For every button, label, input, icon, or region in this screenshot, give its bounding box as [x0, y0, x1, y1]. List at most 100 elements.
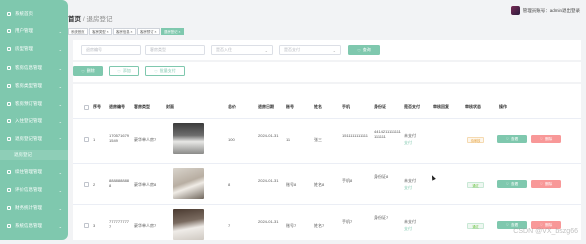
row-account: 账号7 [286, 223, 297, 228]
tab-0[interactable]: 系统首页 [68, 28, 88, 35]
view-icon: ♡ [505, 182, 510, 186]
room-cover-image[interactable] [173, 209, 204, 240]
search-bar: 退房编号 客房类型 是否入住 ⌄ 是否支付 ⌄ ♡ 查询 [73, 40, 581, 60]
add-button[interactable]: ♡ 添加 [109, 66, 139, 76]
chevron-icon: ⌄ [58, 28, 62, 34]
tab-4[interactable]: 退房登记 × [161, 28, 184, 35]
sidebar-item-12[interactable]: 系统信息管理 ⌄ [0, 221, 68, 231]
row-id-card: 身份证7 [374, 215, 389, 220]
sidebar-item-3[interactable]: 客房信息管理 ⌄ [0, 63, 68, 73]
row-phone: 手机8 [342, 178, 353, 183]
row-checkbox[interactable] [84, 137, 89, 142]
room-cover-image[interactable] [173, 168, 204, 199]
pay-link[interactable]: 支付 [404, 140, 412, 145]
tab-2[interactable]: 客房信息 × [113, 28, 136, 35]
sidebar-item-label: 续住管理管理 [15, 169, 42, 174]
avatar[interactable] [510, 6, 520, 15]
chevron-down-icon: ⌄ [264, 47, 268, 53]
menu-icon [7, 224, 11, 228]
row-name: 姓名8 [314, 182, 325, 187]
pay-link[interactable]: 支付 [404, 185, 412, 190]
sidebar-item-label: 客房预订管理 [15, 101, 42, 106]
row-type: 豪华单人房7 [134, 137, 157, 142]
chevron-icon: ⌄ [58, 65, 62, 71]
view-button[interactable]: ♡ 查看 [497, 135, 527, 143]
delete-row-button[interactable]: ♡ 删除 [531, 180, 561, 188]
select-all-checkbox[interactable] [84, 105, 89, 110]
row-name: 张三 [314, 137, 322, 142]
row-phone: 1511111111111 [342, 133, 368, 138]
row-id-card: 4414211111111111111 [374, 129, 401, 139]
sidebar-item-5[interactable]: 客房预订管理 ⌄ [0, 99, 68, 109]
menu-icon [7, 102, 11, 106]
sidebar-item-7[interactable]: 退房登记管理 ⌃ [0, 134, 68, 144]
data-table: 序号 退房编号 客房类型 封面 总价 退房日期 账号 姓名 手机 身份证 是否支付 审核回复 审核状态 操… [73, 84, 581, 240]
row-paid: 未支付 [404, 133, 416, 138]
batch-pay-button[interactable]: ♡ 批量支付 [145, 66, 185, 76]
search-button[interactable]: ♡ 查询 [348, 45, 380, 55]
chevron-icon: ⌄ [58, 46, 62, 52]
chevron-icon: ⌄ [58, 83, 62, 89]
sidebar-item-label: 评价信息管理 [15, 187, 42, 192]
action-bar: ♡ 删除 ♡ 添加 ♡ 批量支付 [73, 62, 581, 82]
sidebar-subitem-checkout[interactable]: 退房登记 [0, 150, 68, 160]
tab-3[interactable]: 客房预订 × [137, 28, 160, 35]
trash-icon: ♡ [539, 182, 544, 186]
row-type: 豪华单人房7 [134, 223, 157, 228]
view-button-label: 查看 [511, 136, 519, 141]
user-label[interactable]: 管理员账号：admin退出登录 [523, 8, 580, 14]
column-header: 是否支付 [404, 104, 420, 109]
row-total: 7 [228, 223, 231, 228]
sidebar-item-1[interactable]: 用户管理 ⌄ [0, 26, 68, 36]
code-search-input[interactable]: 退房编号 [81, 45, 141, 55]
type-search-input[interactable]: 客房类型 [145, 45, 205, 55]
room-cover-image[interactable] [173, 123, 204, 154]
checkin-select-placeholder: 是否入住 [216, 47, 232, 52]
search-icon: ♡ [357, 47, 361, 53]
menu-icon [7, 137, 11, 141]
breadcrumb-current: 退房登记 [86, 16, 113, 23]
delete-row-button-label: 删除 [545, 222, 553, 227]
sidebar-item-0[interactable]: 系统首页 [0, 9, 68, 19]
row-index: 1 [93, 137, 96, 142]
sidebar-item-4[interactable]: 客房类型管理 ⌄ [0, 81, 68, 91]
status-badge: 通过 [467, 182, 484, 188]
tab-1[interactable]: 客房类型 × [89, 28, 112, 35]
column-header: 操作 [499, 104, 507, 109]
paid-select-placeholder: 是否支付 [284, 47, 300, 52]
row-checkbox[interactable] [84, 223, 89, 228]
column-header: 姓名 [314, 104, 322, 109]
chevron-icon: ⌄ [58, 205, 62, 211]
chevron-icon: ⌃ [58, 136, 62, 142]
delete-button[interactable]: ♡ 删除 [73, 66, 103, 76]
sidebar-item-10[interactable]: 评价信息管理 ⌄ [0, 185, 68, 195]
table-row: 1 1705716791549 豪华单人房7 100 2024-01-31 11 张三 151… [73, 118, 581, 158]
user-menu[interactable]: 管理员账号：admin退出登录 [510, 6, 580, 15]
delete-row-button[interactable]: ♡ 删除 [531, 135, 561, 143]
view-button[interactable]: ♡ 查看 [497, 180, 527, 188]
column-header: 审核状态 [465, 104, 481, 109]
delete-row-button-label: 删除 [545, 136, 553, 141]
checkin-select[interactable]: 是否入住 ⌄ [211, 45, 273, 55]
chevron-icon: ⌄ [58, 187, 62, 193]
view-icon: ♡ [505, 137, 510, 141]
row-checkbox[interactable] [84, 182, 89, 187]
breadcrumb-home[interactable]: 首页 [68, 16, 81, 23]
menu-icon [7, 119, 11, 123]
sidebar-item-11[interactable]: 财务统计管理 ⌄ [0, 203, 68, 213]
status-badge: 通过 [467, 223, 484, 229]
column-header: 账号 [286, 104, 294, 109]
tab-bar: 系统首页 客房类型 × 客房信息 × 客房预订 × 退房登记 × [68, 28, 185, 35]
sidebar-item-label: 退房登记 [14, 152, 32, 157]
sidebar-item-2[interactable]: 房型管理 ⌄ [0, 44, 68, 54]
row-total: 100 [228, 137, 235, 142]
delete-row-button-label: 删除 [545, 181, 553, 186]
paid-select[interactable]: 是否支付 ⌄ [279, 45, 341, 55]
view-button-label: 查看 [511, 222, 519, 227]
sidebar-item-9[interactable]: 续住管理管理 ⌄ [0, 167, 68, 177]
pay-link[interactable]: 支付 [404, 226, 412, 231]
menu-icon [7, 188, 11, 192]
main-area: 首页 / 退房登记 管理员账号：admin退出登录 系统首页 客房类型 × 客房信息… [68, 0, 586, 240]
table-row: 3 7777777777 豪华单人房7 7 2024-01-31 账号7 姓名7 手机7 身份证… [73, 204, 581, 244]
sidebar-item-6[interactable]: 入住登记管理 ⌄ [0, 116, 68, 126]
